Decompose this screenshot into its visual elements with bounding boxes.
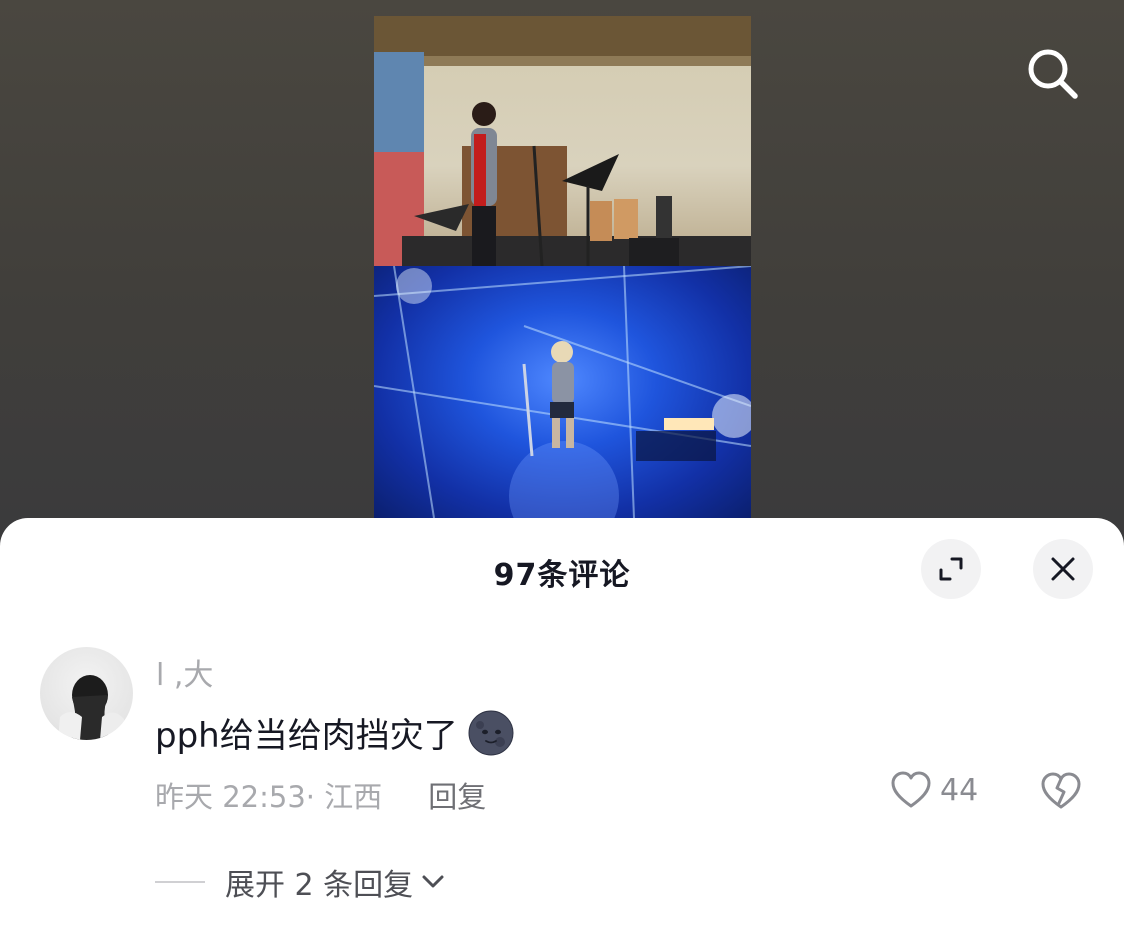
- comments-sheet: 97条评论 l ,大 pph给当给肉挡灾了 昨天 22:53· 江西 回复 44…: [0, 518, 1124, 937]
- close-icon: [1051, 557, 1075, 581]
- concert-photo-bottom: [374, 266, 751, 518]
- search-button[interactable]: [1018, 42, 1088, 106]
- heart-icon: [891, 771, 931, 808]
- divider-line: [155, 881, 205, 883]
- comment-text: pph给当给肉挡灾了: [155, 708, 516, 757]
- close-button[interactable]: [1033, 539, 1093, 599]
- comment-meta: 昨天 22:53· 江西 回复: [155, 774, 486, 816]
- new-moon-face-emoji-icon: [468, 710, 514, 755]
- expand-icon: [939, 557, 963, 581]
- comment-body: pph给当给肉挡灾了: [155, 716, 458, 756]
- like-button[interactable]: 44: [890, 770, 978, 810]
- dislike-button[interactable]: [1040, 770, 1082, 812]
- stage-photo-top: [374, 16, 751, 266]
- avatar[interactable]: [40, 647, 133, 740]
- expand-replies-button[interactable]: 展开 2 条回复: [155, 860, 447, 904]
- expand-replies-label: 展开 2 条回复: [225, 868, 414, 903]
- screen: 97条评论 l ,大 pph给当给肉挡灾了 昨天 22:53· 江西 回复 44…: [0, 0, 1124, 937]
- broken-heart-icon: [1041, 772, 1081, 809]
- expand-button[interactable]: [921, 539, 981, 599]
- comment-time-location: 昨天 22:53· 江西: [155, 780, 383, 814]
- reply-button[interactable]: 回复: [428, 774, 486, 816]
- search-icon: [1028, 49, 1078, 99]
- comment-username[interactable]: l ,大: [156, 650, 213, 694]
- like-count: 44: [940, 772, 979, 808]
- chevron-down-icon: [422, 875, 444, 888]
- video-media[interactable]: [374, 16, 751, 518]
